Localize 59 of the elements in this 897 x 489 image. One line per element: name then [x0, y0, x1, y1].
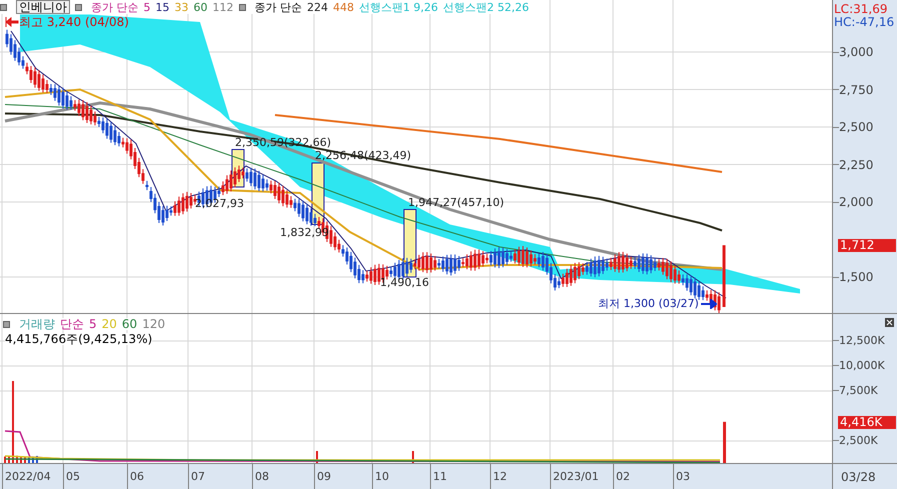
volume-axis-label: 2,500K	[839, 435, 878, 446]
ma-period: 112	[212, 2, 234, 12]
stock-name[interactable]: 인베니아	[16, 0, 70, 14]
date-axis-label: 07	[191, 471, 205, 482]
ma-period: 60	[194, 2, 208, 12]
lc-value: LC:31,69	[834, 3, 888, 15]
ma-label: 종가 단순	[91, 2, 138, 12]
cursor-date: 03/28	[841, 470, 876, 482]
date-axis-label: 2022/04	[5, 471, 51, 482]
date-axis-label: 03	[676, 471, 690, 482]
date-axis-label: 02	[616, 471, 630, 482]
legend-bullet-icon	[75, 4, 82, 10]
volume-axis-label: 10,000K	[839, 360, 885, 371]
low-price-label: 최저 1,300 (03/27)	[598, 298, 699, 309]
right-arrow-icon	[700, 298, 717, 308]
ma-period: 120	[142, 318, 166, 330]
ma-period: 448	[333, 2, 354, 12]
date-axis-label: 11	[433, 471, 447, 482]
date-axis-label: 2023/01	[553, 471, 599, 482]
legend-bullet-icon	[3, 320, 10, 328]
ma-period: 5	[89, 318, 97, 330]
current-volume-badge: 4,416K	[838, 416, 896, 429]
legend-bullet-icon	[238, 4, 246, 10]
date-axis-label: 05	[66, 471, 80, 482]
price-axis-label: 1,500	[839, 271, 874, 283]
volume-reading: 4,415,766주(9,425,13%)	[5, 333, 152, 345]
volume-axis-label: 12,500K	[839, 335, 885, 346]
high-price-label: 최고 3,240 (04/08)	[19, 16, 129, 28]
ma-period: 20	[102, 318, 117, 330]
span-label: 선행스팬1 9,26	[359, 2, 438, 12]
ma-period: 224	[307, 2, 328, 12]
ma-label: 종가 단순	[254, 2, 302, 12]
ma-period: 5	[144, 2, 150, 12]
legend-bullet-icon	[0, 4, 7, 10]
volume-axis-label: 7,500K	[839, 385, 878, 396]
date-axis-label: 10	[375, 471, 389, 482]
volume-title: 거래량	[19, 318, 55, 330]
ma-period: 15	[156, 2, 170, 12]
last-candle	[722, 245, 726, 307]
price-axis-label: 2,500	[839, 121, 874, 133]
price-axis-label: 2,750	[839, 84, 874, 96]
date-axis-label: 06	[130, 471, 144, 482]
ma-label: 단순	[60, 318, 84, 330]
current-price-badge: 1,712	[838, 239, 896, 252]
span-label: 선행스팬2 52,26	[443, 2, 529, 12]
date-axis-label: 09	[317, 471, 331, 482]
ma-period: 33	[174, 2, 188, 12]
peak-annotation: 1,490,16	[380, 277, 429, 288]
price-axis-label: 3,000	[839, 46, 874, 58]
peak-annotation: 1,947,27(457,10)	[408, 197, 504, 208]
left-arrow-icon	[5, 17, 19, 27]
price-axis-label: 2,250	[839, 158, 874, 170]
last-volume-bar	[723, 422, 726, 463]
price-axis-label: 2,000	[839, 196, 874, 208]
date-axis-label: 12	[493, 471, 507, 482]
date-axis-label: 08	[255, 471, 269, 482]
hc-value: HC:-47,16	[834, 16, 894, 28]
close-icon[interactable]	[885, 318, 894, 327]
ma-period: 60	[122, 318, 138, 330]
